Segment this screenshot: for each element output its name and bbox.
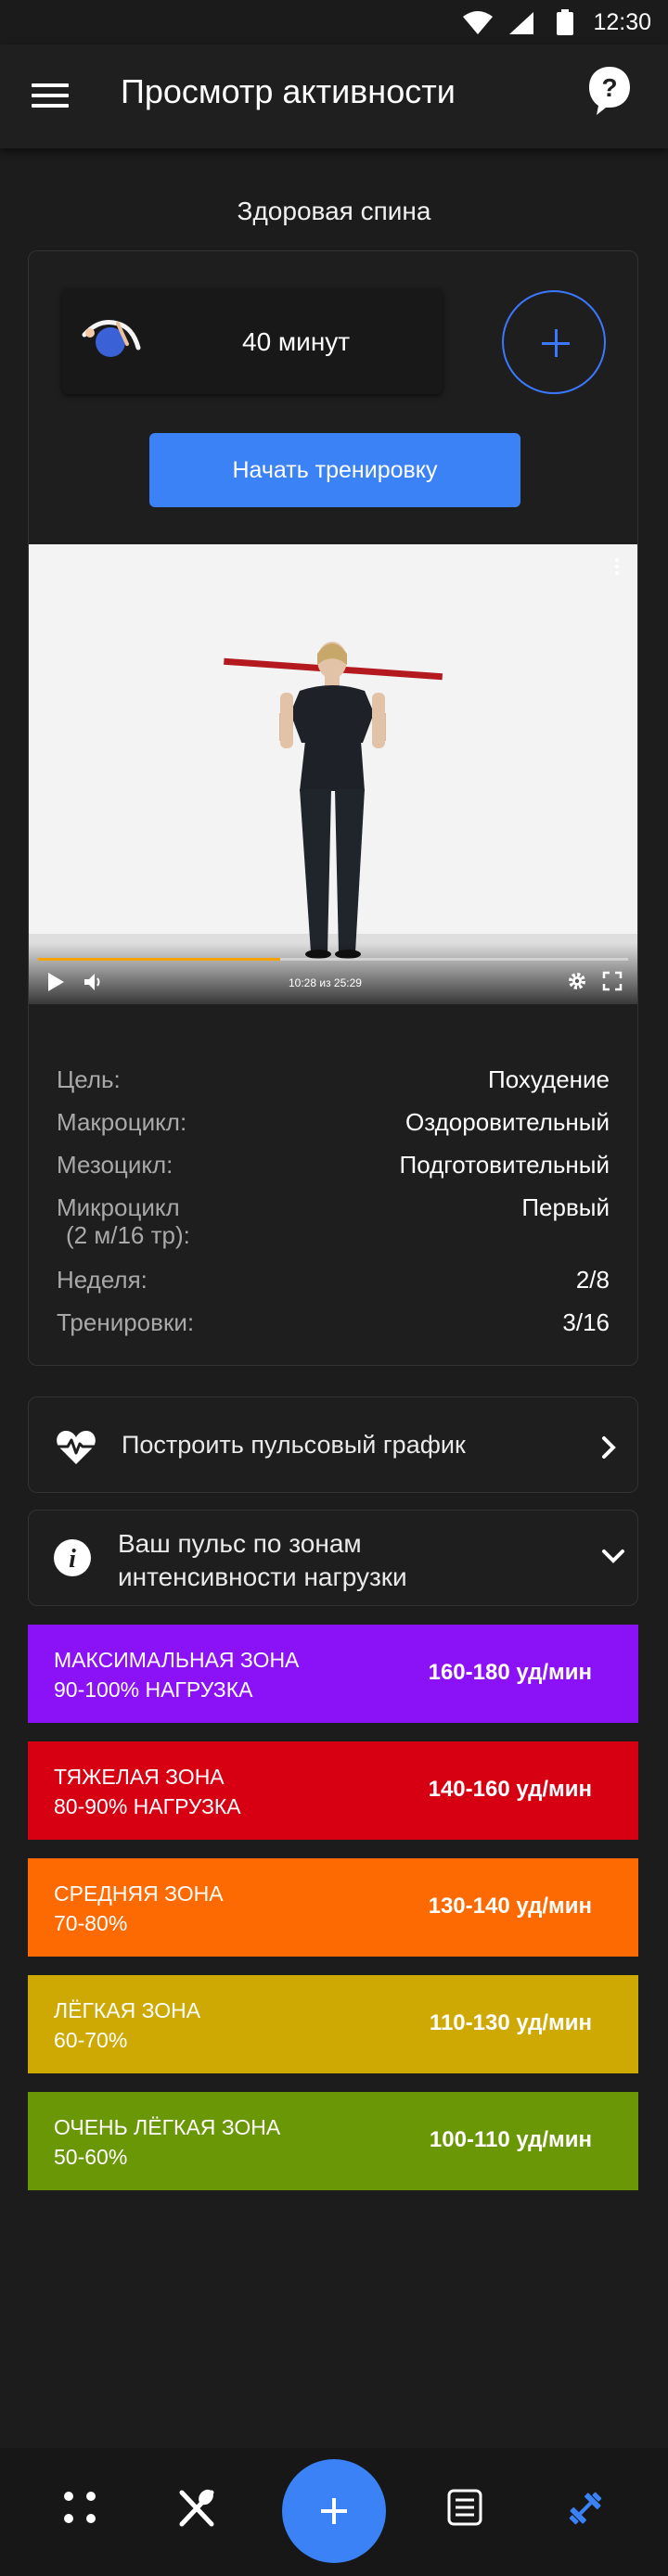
zone-load: 60-70% <box>54 2028 128 2052</box>
zone-load: 70-80% <box>54 1911 128 1935</box>
zones-header-line1: Ваш пульс по зонам <box>118 1529 362 1558</box>
hamburger-icon[interactable] <box>32 83 69 111</box>
status-bar: 12:30 <box>0 0 668 45</box>
pulse-graph-label: Построить пульсовый график <box>122 1431 466 1459</box>
zone-rate: 100-110 уд/мин <box>429 2127 592 2152</box>
start-workout-button[interactable]: Начать тренировку <box>149 433 520 507</box>
app-bar: Просмотр активности ? <box>0 45 668 148</box>
info-label: Тренировки: <box>57 1308 195 1336</box>
nav-journal-icon[interactable] <box>447 2489 482 2526</box>
build-pulse-graph-button[interactable]: Построить пульсовый график <box>28 1396 638 1493</box>
info-value: Похудение <box>488 1065 610 1093</box>
exercise-ball-icon <box>82 320 141 357</box>
page-title: Просмотр активности <box>121 72 456 110</box>
info-value: Подготовительный <box>399 1151 610 1179</box>
add-fab-button[interactable] <box>282 2459 386 2563</box>
zone-rate: 140-160 уд/мин <box>428 1777 592 1802</box>
info-value: 3/16 <box>562 1308 610 1336</box>
volume-icon[interactable] <box>83 971 105 993</box>
zone-rate: 130-140 уд/мин <box>428 1894 592 1919</box>
play-icon[interactable] <box>45 971 66 993</box>
heart-pulse-icon <box>57 1431 96 1464</box>
help-bubble-icon[interactable]: ? <box>587 65 632 117</box>
zone-name: СРЕДНЯЯ ЗОНА <box>54 1881 224 1906</box>
nav-apps-icon[interactable] <box>61 2489 98 2526</box>
zone-light: ЛЁГКАЯ ЗОНА 60-70% 110-130 уд/мин <box>28 1975 638 2073</box>
zone-heavy: ТЯЖЕЛАЯ ЗОНА 80-90% НАГРУЗКА 140-160 уд/… <box>28 1741 638 1840</box>
svg-text:i: i <box>69 1545 76 1574</box>
duration-text: 40 минут <box>242 327 351 356</box>
activity-name: Здоровая спина <box>237 197 431 225</box>
video-progress-bar[interactable] <box>38 958 628 961</box>
video-frame-person <box>224 642 443 959</box>
nav-food-icon[interactable] <box>178 2489 215 2528</box>
info-label: Микроцикл <box>57 1193 180 1221</box>
chevron-right-icon <box>602 1436 616 1459</box>
zones-header-line2: интенсивности нагрузки <box>118 1562 407 1591</box>
zone-max: МАКСИМАЛЬНАЯ ЗОНА 90-100% НАГРУЗКА 160-1… <box>28 1625 638 1723</box>
svg-text:?: ? <box>601 73 617 102</box>
signal-icon <box>509 12 533 34</box>
duration-box: 40 минут <box>62 288 443 394</box>
zone-very-light: ОЧЕНЬ ЛЁГКАЯ ЗОНА 50-60% 100-110 уд/мин <box>28 2092 638 2190</box>
zone-rate: 110-130 уд/мин <box>429 2010 592 2035</box>
info-label-sub: (2 м/16 тр): <box>66 1221 190 1249</box>
settings-gear-icon[interactable] <box>567 971 587 991</box>
zone-load: 80-90% НАГРУЗКА <box>54 1794 241 1818</box>
zone-name: МАКСИМАЛЬНАЯ ЗОНА <box>54 1648 300 1672</box>
chevron-down-icon <box>602 1549 624 1563</box>
info-value: 2/8 <box>575 1266 610 1294</box>
info-label: Цель: <box>57 1065 121 1093</box>
activity-card: 40 минут Начать тренировку 10:28 из 25:2… <box>28 250 638 1366</box>
pulse-zones-header[interactable]: i Ваш пульс по зонам интенсивности нагру… <box>28 1510 638 1606</box>
wifi-icon <box>463 11 493 34</box>
zone-name: ЛЁГКАЯ ЗОНА <box>54 1998 201 2022</box>
zone-load: 90-100% НАГРУЗКА <box>54 1677 253 1702</box>
video-progress-fill <box>38 958 280 961</box>
zone-load: 50-60% <box>54 2145 128 2169</box>
zone-medium: СРЕДНЯЯ ЗОНА 70-80% 130-140 уд/мин <box>28 1858 638 1957</box>
status-time: 12:30 <box>593 9 651 35</box>
nav-workout-dumbbell-icon[interactable] <box>566 2489 605 2528</box>
fullscreen-icon[interactable] <box>602 971 623 991</box>
zone-name: ОЧЕНЬ ЛЁГКАЯ ЗОНА <box>54 2115 281 2139</box>
info-label: Неделя: <box>57 1266 148 1294</box>
info-value: Оздоровительный <box>405 1108 610 1136</box>
add-button[interactable] <box>502 290 606 394</box>
video-time: 10:28 из 25:29 <box>289 976 362 989</box>
zone-rate: 160-180 уд/мин <box>428 1660 592 1685</box>
zone-name: ТЯЖЕЛАЯ ЗОНА <box>54 1765 225 1789</box>
info-value: Первый <box>521 1193 610 1221</box>
battery-icon <box>557 9 573 35</box>
info-label: Макроцикл: <box>57 1108 187 1136</box>
more-vertical-icon[interactable] <box>613 557 621 576</box>
info-icon: i <box>54 1539 91 1576</box>
info-row-microcycle: Микроцикл (2 м/16 тр): Первый <box>57 1193 610 1249</box>
info-label: Мезоцикл: <box>57 1151 173 1179</box>
video-player[interactable]: 10:28 из 25:29 <box>29 544 637 1004</box>
